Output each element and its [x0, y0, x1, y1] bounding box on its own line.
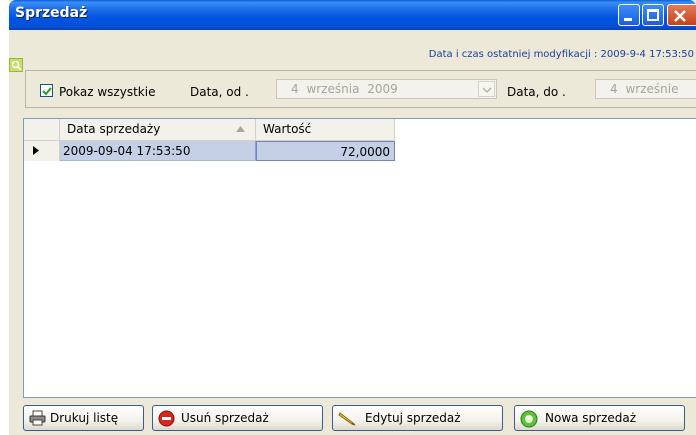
- sales-grid[interactable]: Data sprzedaży Wartość 2009-09-04 17:53:…: [23, 118, 696, 398]
- maximize-button[interactable]: [642, 4, 664, 26]
- sales-window: Sprzedaż Data i czas ostatniej modyfikac…: [9, 0, 696, 435]
- minimize-icon: [624, 18, 632, 21]
- date-from-label: Data, od .: [190, 85, 249, 99]
- date-to-label: Data, do .: [507, 85, 566, 99]
- print-list-button[interactable]: Drukuj listę: [23, 405, 144, 431]
- pencil-icon: [338, 412, 356, 426]
- new-sale-button[interactable]: Nowa sprzedaż: [514, 405, 685, 431]
- cell-sale-date[interactable]: 2009-09-04 17:53:50: [60, 141, 256, 161]
- row-pointer-icon: [33, 146, 39, 155]
- maximize-icon: [647, 9, 659, 21]
- close-button[interactable]: [667, 4, 696, 26]
- date-to-picker[interactable]: 4 wrześnie: [595, 79, 696, 99]
- date-from-value: 4 września 2009: [291, 82, 398, 96]
- date-from-picker[interactable]: 4 września 2009: [276, 79, 497, 99]
- column-header-sale-date[interactable]: Data sprzedaży: [60, 119, 256, 141]
- grid-header: Data sprzedaży Wartość: [24, 119, 395, 141]
- row-indicator: [24, 141, 60, 161]
- add-icon: [520, 410, 538, 428]
- stop-icon: [158, 410, 175, 427]
- new-sale-label: Nowa sprzedaż: [545, 411, 637, 425]
- title-bar[interactable]: Sprzedaż: [9, 0, 696, 30]
- date-from-dropdown-button[interactable]: [478, 81, 495, 97]
- close-icon: [674, 10, 686, 22]
- edit-sale-label: Edytuj sprzedaż: [365, 411, 461, 425]
- filter-search-icon: [9, 58, 23, 72]
- delete-sale-label: Usuń sprzedaż: [181, 411, 269, 425]
- delete-sale-button[interactable]: Usuń sprzedaż: [152, 405, 323, 431]
- date-to-value: 4 wrześnie: [610, 82, 679, 96]
- checkbox-check-icon: [42, 87, 52, 96]
- last-modified-text: Data i czas ostatniej modyfikacji : 2009…: [428, 49, 694, 60]
- print-list-label: Drukuj listę: [50, 411, 119, 425]
- column-header-value-label: Wartość: [263, 122, 312, 136]
- show-all-checkbox[interactable]: [40, 84, 53, 97]
- printer-icon: [29, 410, 46, 426]
- window-title: Sprzedaż: [15, 5, 88, 21]
- table-row[interactable]: 2009-09-04 17:53:50 72,0000: [24, 141, 395, 161]
- show-all-label[interactable]: Pokaz wszystkie: [59, 85, 155, 99]
- header-indicator-cell: [24, 119, 60, 141]
- dropdown-arrow-icon: [482, 87, 492, 93]
- edit-sale-button[interactable]: Edytuj sprzedaż: [332, 405, 503, 431]
- cell-value[interactable]: 72,0000: [256, 141, 395, 161]
- minimize-button[interactable]: [618, 4, 640, 26]
- sort-asc-icon: [236, 126, 245, 132]
- column-header-sale-date-label: Data sprzedaży: [67, 122, 161, 136]
- column-header-value[interactable]: Wartość: [256, 119, 395, 141]
